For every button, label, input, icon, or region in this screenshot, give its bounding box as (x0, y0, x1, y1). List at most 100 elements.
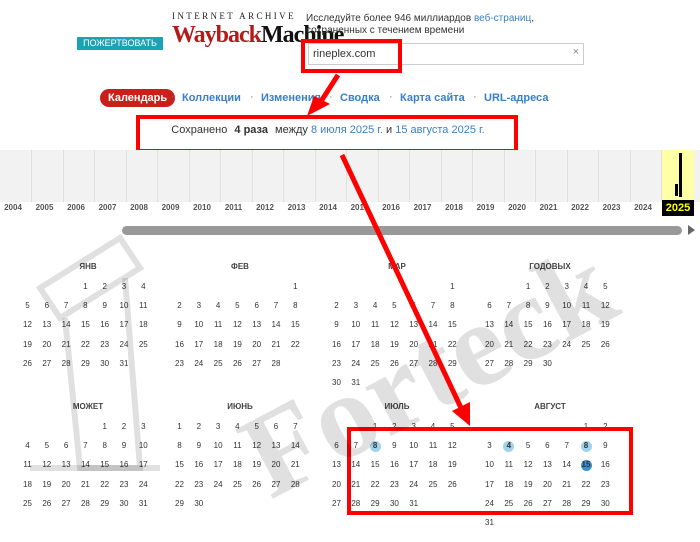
calendar-day: 18 (23, 479, 32, 489)
donate-button[interactable]: ПОЖЕРТВОВАТЬ (77, 37, 163, 50)
timeline-year-2012[interactable]: 2012 (250, 203, 280, 212)
calendar-day: 22 (175, 479, 184, 489)
timeline-scrollbar[interactable] (122, 226, 682, 235)
timeline-year-2020[interactable]: 2020 (502, 203, 532, 212)
calendar-day: 23 (542, 339, 552, 349)
timeline-year-2010[interactable]: 2010 (187, 203, 217, 212)
calendar-day: 17 (213, 460, 223, 470)
timeline-histogram[interactable] (0, 150, 700, 202)
timeline-year-2014[interactable]: 2014 (313, 203, 343, 212)
timeline-year-2006[interactable]: 2006 (61, 203, 91, 212)
timeline-year-2024[interactable]: 2024 (628, 203, 658, 212)
calendar-day: 7 (273, 301, 279, 311)
tab-site-map[interactable]: Карта сайта (400, 92, 465, 104)
calendar-day: 27 (42, 358, 52, 368)
calendar-day: 31 (138, 498, 148, 508)
month-name: МОЖЕТ (72, 402, 104, 411)
calendar-day: 24 (562, 339, 572, 349)
calendar-day: 25 (581, 339, 591, 349)
calendar-day: 18 (138, 320, 148, 330)
scroll-right-icon[interactable] (688, 225, 695, 235)
calendar-day: 4 (583, 282, 589, 291)
calendar-day: 14 (290, 441, 300, 451)
timeline-year-divider (535, 150, 536, 202)
calendar-day: 10 (351, 320, 361, 330)
timeline-year-2009[interactable]: 2009 (156, 203, 186, 212)
calendar-day: 23 (175, 358, 184, 368)
calendar-day: 20 (252, 339, 262, 349)
calendar-day: 4 (235, 422, 240, 431)
calendar-day: 25 (370, 358, 380, 368)
calendar-day: 12 (252, 441, 262, 451)
calendar-day: 18 (581, 320, 591, 330)
timeline-year-2016[interactable]: 2016 (376, 203, 406, 212)
month-name: АВГУСТ (534, 402, 566, 411)
calendar-day: 30 (542, 358, 552, 368)
calendar-day: 26 (42, 498, 52, 508)
timeline-year-2022[interactable]: 2022 (565, 203, 595, 212)
calendar-day: 30 (332, 378, 341, 387)
calendar-day: 5 (392, 301, 397, 311)
calendar-day: 5 (44, 441, 50, 451)
timeline-year-2025[interactable]: 2025 (662, 150, 694, 216)
timeline-year-2011[interactable]: 2011 (219, 203, 249, 212)
calendar-day: 8 (102, 441, 107, 451)
calendar-day: 12 (23, 320, 32, 330)
tab-calendar[interactable]: Календарь (100, 89, 176, 107)
nav-separator: · (329, 91, 333, 103)
calendar-day: 4 (25, 441, 30, 451)
calendar-day: 24 (119, 339, 129, 349)
calendar-day: 25 (232, 479, 242, 489)
capture-bar (679, 153, 682, 197)
calendar-day: 3 (141, 422, 146, 431)
tab-summary[interactable]: Сводка (340, 92, 380, 104)
tab-urls[interactable]: URL-адреса (484, 92, 548, 104)
calendar-day: 9 (177, 320, 182, 330)
timeline-year-2023[interactable]: 2023 (597, 203, 627, 212)
wayback-logo[interactable]: INTERNET ARCHIVE WaybackMachine (172, 11, 344, 57)
calendar-day: 17 (194, 339, 204, 349)
timeline-year-divider (251, 150, 253, 202)
calendar-day: 11 (370, 320, 380, 330)
timeline-year-2015[interactable]: 2015 (345, 203, 375, 212)
calendar-day: 26 (389, 358, 399, 368)
calendar-day: 27 (332, 498, 341, 508)
nav-separator: · (250, 91, 254, 103)
tab-collections[interactable]: Коллекции (182, 92, 241, 104)
calendar-day: 21 (271, 339, 281, 349)
web-pages-link[interactable]: веб-страниц (474, 13, 531, 24)
calendar-day: 26 (232, 358, 242, 368)
calendar-day: 15 (523, 320, 533, 330)
calendar-day: 16 (542, 320, 552, 330)
calendar-day: 17 (119, 320, 129, 330)
calendar-day: 6 (411, 301, 416, 311)
calendar-day: 13 (42, 320, 52, 330)
calendar-day: 3 (215, 422, 221, 431)
calendar-day: 2 (545, 282, 550, 291)
timeline-year-2021[interactable]: 2021 (534, 203, 564, 212)
calendar-day: 9 (121, 441, 127, 451)
calendar-day: 28 (80, 498, 90, 508)
calendar-day: 27 (61, 498, 71, 508)
timeline-year-2008[interactable]: 2008 (124, 203, 154, 212)
timeline-year-2013[interactable]: 2013 (282, 203, 312, 212)
calendar-day: 3 (121, 282, 127, 291)
calendar-day: 20 (61, 479, 71, 489)
calendar-day: 14 (61, 320, 71, 330)
clear-icon[interactable]: × (573, 46, 579, 58)
calendar-day: 8 (83, 301, 88, 311)
calendar-day: 29 (447, 358, 457, 368)
timeline-year-2004[interactable]: 2004 (0, 203, 28, 212)
timeline-year-2017[interactable]: 2017 (408, 203, 438, 212)
calendar-day: 10 (194, 320, 204, 330)
calendar-day: 16 (100, 320, 110, 330)
calendar-day: 16 (175, 339, 184, 349)
timeline-year-2019[interactable]: 2019 (471, 203, 501, 212)
timeline-year-2007[interactable]: 2007 (93, 203, 123, 212)
calendar-day: 28 (290, 479, 300, 489)
tab-changes[interactable]: Изменения (261, 92, 321, 104)
calendar-day: 19 (252, 460, 262, 470)
calendar-day: 14 (504, 320, 514, 330)
timeline-year-2005[interactable]: 2005 (30, 203, 60, 212)
timeline-year-2018[interactable]: 2018 (439, 203, 469, 212)
